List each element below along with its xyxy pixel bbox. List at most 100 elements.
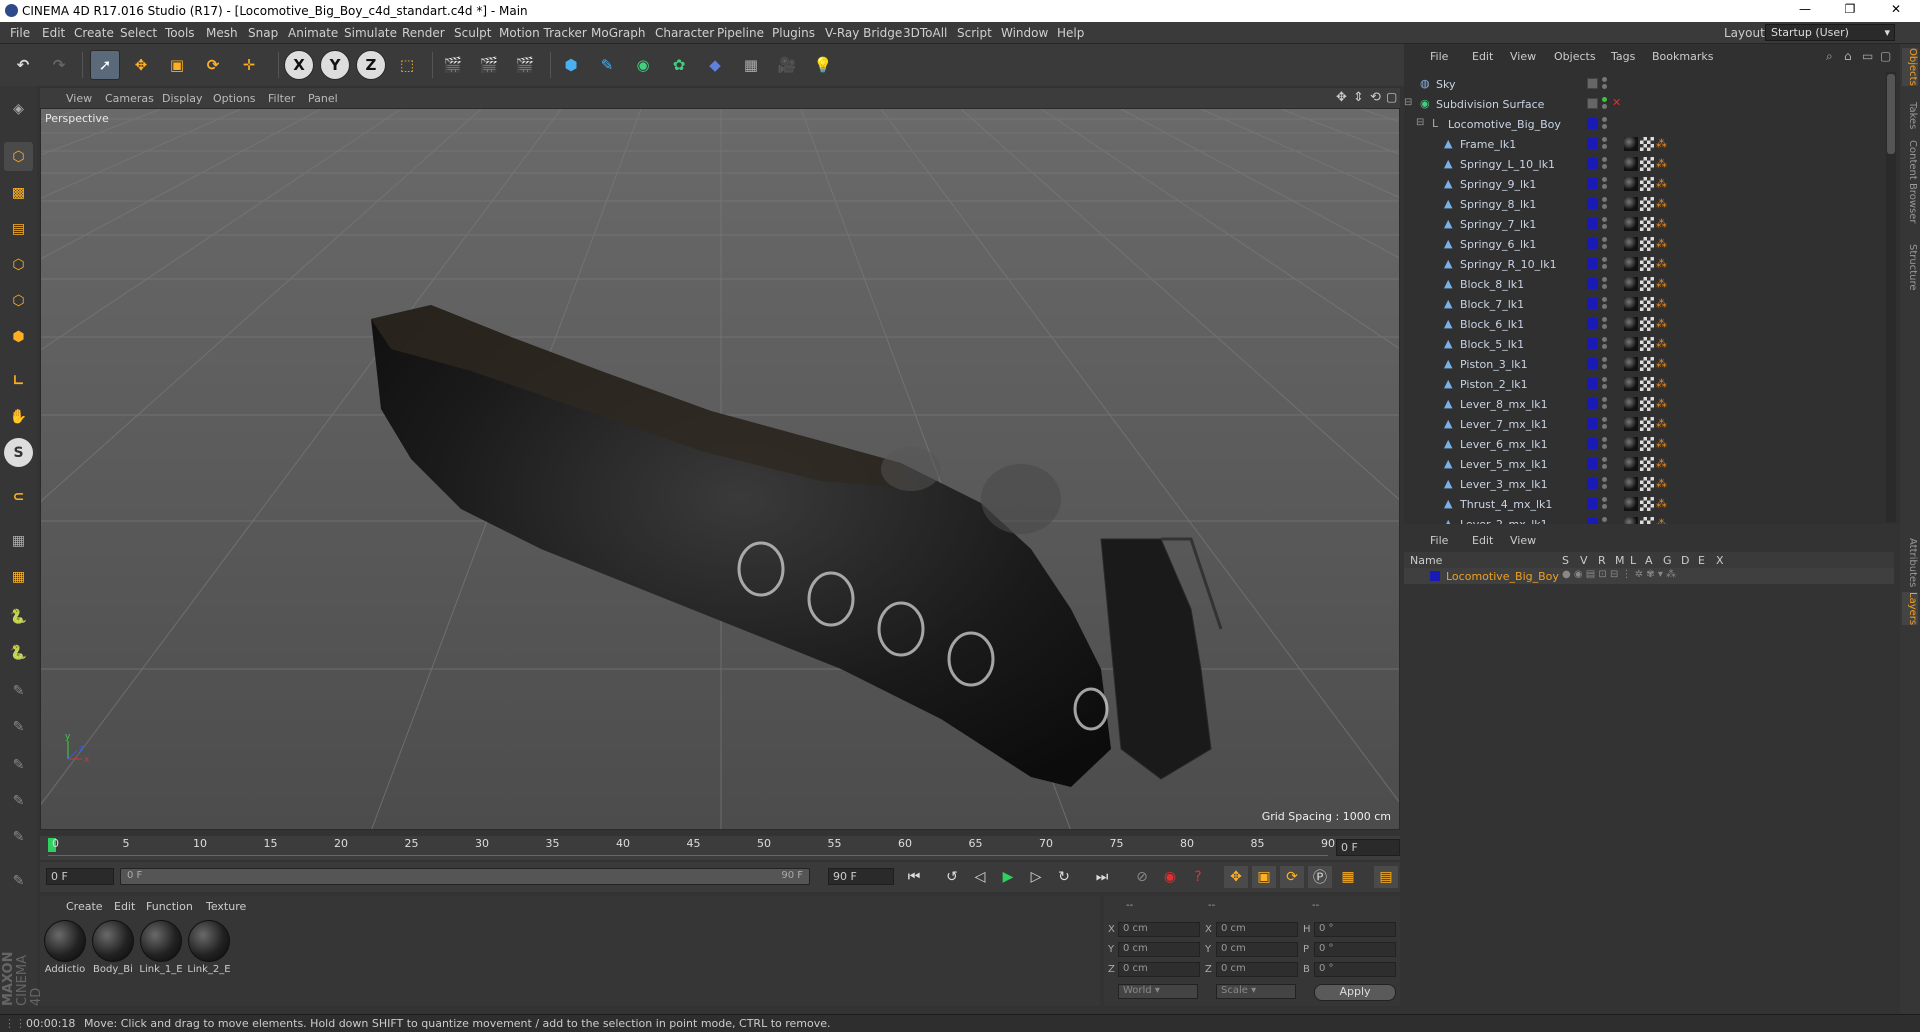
key-pla-icon[interactable]: ▦ — [1336, 866, 1360, 888]
texture-tag-icon[interactable] — [1640, 277, 1654, 291]
viewport-zoom-icon[interactable]: ⇕ — [1353, 90, 1364, 105]
object-name[interactable]: Subdivision Surface — [1436, 98, 1544, 111]
object-row[interactable]: ◍ Sky — [1404, 74, 1886, 94]
layer-color-icon[interactable] — [1587, 418, 1598, 429]
maximize-panel-icon[interactable]: ▢ — [1880, 49, 1891, 63]
points-mode-icon[interactable]: ⬡ — [4, 250, 33, 279]
visibility-dots-icon[interactable] — [1602, 157, 1607, 171]
tab-objects[interactable]: Objects — [1902, 48, 1918, 86]
timeline-end-field[interactable]: 0 F — [1336, 839, 1400, 856]
scale-tool-icon[interactable]: ▣ — [162, 50, 192, 80]
python-script-icon[interactable]: 🐍 — [4, 602, 33, 631]
object-row[interactable]: ▲ Springy_9_lk1 ⁂ — [1404, 174, 1886, 194]
uvw-tag-icon[interactable]: ⁂ — [1656, 417, 1670, 431]
layer-color-icon[interactable] — [1587, 338, 1598, 349]
texture-tag-icon[interactable] — [1640, 497, 1654, 511]
material-tag-icon[interactable] — [1624, 317, 1638, 331]
material-tag-icon[interactable] — [1624, 217, 1638, 231]
material-tag-icon[interactable] — [1624, 477, 1638, 491]
menu-vray-bridge[interactable]: V-Ray Bridge — [825, 26, 902, 40]
next-key-icon[interactable]: ↻ — [1052, 866, 1076, 888]
texture-tag-icon[interactable] — [1640, 457, 1654, 471]
visibility-dots-icon[interactable] — [1602, 277, 1607, 291]
tweak-mode-icon[interactable]: ✋ — [4, 402, 33, 431]
floor-scene-icon[interactable]: ▦ — [736, 50, 766, 80]
object-row[interactable]: ▲ Springy_6_lk1 ⁂ — [1404, 234, 1886, 254]
object-row[interactable]: ▲ Thrust_4_mx_lk1 ⁂ — [1404, 494, 1886, 514]
uvw-tag-icon[interactable]: ⁂ — [1656, 497, 1670, 511]
uvw-tag-icon[interactable]: ⁂ — [1656, 177, 1670, 191]
menu-motion-tracker[interactable]: Motion Tracker — [499, 26, 587, 40]
texture-tag-icon[interactable] — [1640, 137, 1654, 151]
sculpt-smooth-icon[interactable]: ✎ — [4, 750, 33, 779]
uvw-tag-icon[interactable]: ⁂ — [1656, 397, 1670, 411]
material-tag-icon[interactable] — [1624, 197, 1638, 211]
visibility-dots-icon[interactable] — [1602, 257, 1607, 271]
texture-tag-icon[interactable] — [1640, 417, 1654, 431]
object-row[interactable]: ▲ Frame_lk1 ⁂ — [1404, 134, 1886, 154]
rotation-b-field[interactable]: 0 ° — [1314, 962, 1396, 977]
redo-icon[interactable]: ↷ — [44, 50, 74, 80]
texture-tag-icon[interactable] — [1640, 177, 1654, 191]
layer-color-icon[interactable] — [1587, 498, 1598, 509]
key-parameter-icon[interactable]: Ⓟ — [1308, 866, 1332, 888]
visibility-dots-icon[interactable] — [1602, 337, 1607, 351]
menu-file[interactable]: File — [10, 26, 30, 40]
axis-mode-icon[interactable]: ∟ — [4, 366, 33, 395]
object-name[interactable]: Piston_2_lk1 — [1460, 378, 1528, 391]
object-name[interactable]: Springy_8_lk1 — [1460, 198, 1536, 211]
menu-script[interactable]: Script — [957, 26, 992, 40]
tab-layers[interactable]: Layers — [1902, 592, 1918, 626]
layer-menu-view[interactable]: View — [1510, 534, 1536, 547]
object-row[interactable]: ▲ Block_8_lk1 ⁂ — [1404, 274, 1886, 294]
layer-color-icon[interactable] — [1587, 158, 1598, 169]
viewport-menu-view[interactable]: View — [66, 92, 92, 105]
texture-tag-icon[interactable] — [1640, 217, 1654, 231]
autokey-icon[interactable]: ◉ — [1158, 866, 1182, 888]
rotation-p-field[interactable]: 0 ° — [1314, 942, 1396, 957]
object-list-scrollbar[interactable] — [1886, 72, 1896, 522]
layer-color-icon[interactable] — [1587, 398, 1598, 409]
material-tag-icon[interactable] — [1624, 377, 1638, 391]
material-tag-icon[interactable] — [1624, 397, 1638, 411]
render-picture-viewer-icon[interactable]: 🎬 — [474, 50, 504, 80]
size-y-field[interactable]: 0 cm — [1216, 942, 1298, 957]
uvw-tag-icon[interactable]: ⁂ — [1656, 357, 1670, 371]
material-swatch[interactable]: Addictio — [42, 920, 88, 990]
texture-tag-icon[interactable] — [1640, 257, 1654, 271]
layer-color-icon[interactable] — [1587, 438, 1598, 449]
material-tag-icon[interactable] — [1624, 357, 1638, 371]
visibility-dots-icon[interactable] — [1602, 197, 1607, 211]
search-icon[interactable]: ⌕ — [1826, 49, 1833, 64]
layer-color-icon[interactable] — [1587, 458, 1598, 469]
column-expressions[interactable]: E — [1698, 554, 1705, 567]
viewport-menu-display[interactable]: Display — [162, 92, 203, 105]
texture-tag-icon[interactable] — [1640, 237, 1654, 251]
texture-tag-icon[interactable] — [1640, 197, 1654, 211]
sculpt-brush-icon[interactable]: ✎ — [4, 676, 33, 705]
texture-tag-icon[interactable] — [1640, 397, 1654, 411]
frame-range-slider[interactable]: 0 F 90 F — [120, 868, 810, 885]
object-row[interactable]: ▲ Block_7_lk1 ⁂ — [1404, 294, 1886, 314]
menu-character[interactable]: Character — [655, 26, 714, 40]
key-position-icon[interactable]: ✥ — [1224, 866, 1248, 888]
rotation-h-field[interactable]: 0 ° — [1314, 922, 1396, 937]
uvw-tag-icon[interactable]: ⁂ — [1656, 257, 1670, 271]
object-name[interactable]: Lever_8_mx_lk1 — [1460, 398, 1548, 411]
object-row[interactable]: ▲ Piston_2_lk1 ⁂ — [1404, 374, 1886, 394]
edges-mode-icon[interactable]: ⬡ — [4, 286, 33, 315]
layer-color-icon[interactable] — [1587, 238, 1598, 249]
size-x-field[interactable]: 0 cm — [1216, 922, 1298, 937]
menu-mesh[interactable]: Mesh — [206, 26, 238, 40]
max-frame-field[interactable]: 90 F — [828, 868, 894, 885]
coordinate-system-icon[interactable]: ⬚ — [392, 50, 422, 80]
object-row[interactable]: ▲ Piston_3_lk1 ⁂ — [1404, 354, 1886, 374]
object-name[interactable]: Springy_L_10_lk1 — [1460, 158, 1555, 171]
workplane-snap-icon[interactable]: ▦ — [4, 562, 33, 591]
uvw-tag-icon[interactable]: ⁂ — [1656, 457, 1670, 471]
key-rotation-icon[interactable]: ⟳ — [1280, 866, 1304, 888]
menu-window[interactable]: Window — [1001, 26, 1048, 40]
transform-tool-icon[interactable]: ✛ — [234, 50, 264, 80]
object-name[interactable]: Springy_9_lk1 — [1460, 178, 1536, 191]
object-name[interactable]: Lever_5_mx_lk1 — [1460, 458, 1548, 471]
